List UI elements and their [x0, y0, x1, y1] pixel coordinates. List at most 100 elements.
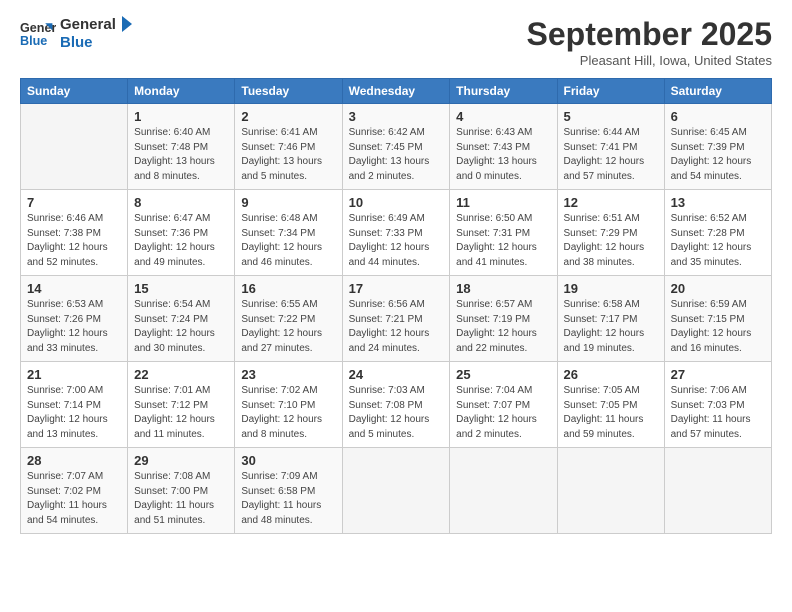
calendar-cell: 5 Sunrise: 6:44 AM Sunset: 7:41 PM Daylig…	[557, 104, 664, 190]
calendar-cell: 18Sunrise: 6:57 AM Sunset: 7:19 PM Dayli…	[450, 276, 557, 362]
day-number: 14	[27, 281, 121, 296]
day-info: Sunrise: 6:57 AM Sunset: 7:19 PM Dayligh…	[456, 298, 550, 356]
day-info: Sunrise: 6:49 AM Sunset: 7:33 PM Dayligh…	[349, 212, 444, 270]
day-info: Sunrise: 6:48 AM Sunset: 7:34 PM Dayligh…	[241, 212, 335, 270]
day-info: Sunrise: 6:40 AM Sunset: 7:48 PM Dayligh…	[134, 126, 228, 184]
day-number: 17	[349, 281, 444, 296]
calendar-week-2: 7 Sunrise: 6:46 AM Sunset: 7:38 PM Daylig…	[21, 190, 772, 276]
logo-flag-icon	[112, 16, 132, 44]
day-info: Sunrise: 7:05 AM Sunset: 7:05 PM Dayligh…	[564, 384, 658, 442]
calendar-cell: 19 Sunrise: 6:58 AM Sunset: 7:17 PM Dayli…	[557, 276, 664, 362]
day-number: 5	[564, 109, 658, 124]
calendar-cell: 23 Sunrise: 7:02 AM Sunset: 7:10 PM Dayli…	[235, 362, 342, 448]
calendar-cell: 20Sunrise: 6:59 AM Sunset: 7:15 PM Dayli…	[664, 276, 771, 362]
logo-blue: Blue	[60, 34, 116, 52]
calendar-cell: 1 Sunrise: 6:40 AM Sunset: 7:48 PM Daylig…	[128, 104, 235, 190]
day-number: 28	[27, 453, 121, 468]
location: Pleasant Hill, Iowa, United States	[527, 53, 772, 68]
day-info: Sunrise: 6:58 AM Sunset: 7:17 PM Dayligh…	[564, 298, 658, 356]
calendar-cell: 25 Sunrise: 7:04 AM Sunset: 7:07 PM Dayli…	[450, 362, 557, 448]
day-info: Sunrise: 6:50 AM Sunset: 7:31 PM Dayligh…	[456, 212, 550, 270]
day-number: 19	[564, 281, 658, 296]
day-info: Sunrise: 7:04 AM Sunset: 7:07 PM Dayligh…	[456, 384, 550, 442]
day-info: Sunrise: 6:51 AM Sunset: 7:29 PM Dayligh…	[564, 212, 658, 270]
day-number: 30	[241, 453, 335, 468]
calendar-cell: 8 Sunrise: 6:47 AM Sunset: 7:36 PM Daylig…	[128, 190, 235, 276]
calendar-header-row: SundayMondayTuesdayWednesdayThursdayFrid…	[21, 79, 772, 104]
calendar-cell: 7 Sunrise: 6:46 AM Sunset: 7:38 PM Daylig…	[21, 190, 128, 276]
day-number: 10	[349, 195, 444, 210]
calendar-body: 1 Sunrise: 6:40 AM Sunset: 7:48 PM Daylig…	[21, 104, 772, 534]
calendar-cell: 17 Sunrise: 6:56 AM Sunset: 7:21 PM Dayli…	[342, 276, 450, 362]
day-info: Sunrise: 6:41 AM Sunset: 7:46 PM Dayligh…	[241, 126, 335, 184]
calendar-cell: 16Sunrise: 6:55 AM Sunset: 7:22 PM Dayli…	[235, 276, 342, 362]
day-info: Sunrise: 6:52 AM Sunset: 7:28 PM Dayligh…	[671, 212, 765, 270]
day-info: Sunrise: 7:03 AM Sunset: 7:08 PM Dayligh…	[349, 384, 444, 442]
day-number: 3	[349, 109, 444, 124]
day-info: Sunrise: 6:47 AM Sunset: 7:36 PM Dayligh…	[134, 212, 228, 270]
calendar-cell: 22 Sunrise: 7:01 AM Sunset: 7:12 PM Dayli…	[128, 362, 235, 448]
day-header-monday: Monday	[128, 79, 235, 104]
calendar-cell: 28 Sunrise: 7:07 AM Sunset: 7:02 PM Dayli…	[21, 448, 128, 534]
calendar-week-5: 28 Sunrise: 7:07 AM Sunset: 7:02 PM Dayli…	[21, 448, 772, 534]
day-info: Sunrise: 6:46 AM Sunset: 7:38 PM Dayligh…	[27, 212, 121, 270]
calendar-cell: 27Sunrise: 7:06 AM Sunset: 7:03 PM Dayli…	[664, 362, 771, 448]
logo-icon: General Blue	[20, 16, 56, 52]
calendar-cell: 30 Sunrise: 7:09 AM Sunset: 6:58 PM Dayli…	[235, 448, 342, 534]
day-info: Sunrise: 7:07 AM Sunset: 7:02 PM Dayligh…	[27, 470, 121, 528]
day-header-sunday: Sunday	[21, 79, 128, 104]
day-number: 23	[241, 367, 335, 382]
day-number: 25	[456, 367, 550, 382]
calendar-cell: 11 Sunrise: 6:50 AM Sunset: 7:31 PM Dayli…	[450, 190, 557, 276]
day-header-friday: Friday	[557, 79, 664, 104]
day-number: 11	[456, 195, 550, 210]
day-number: 13	[671, 195, 765, 210]
calendar-cell: 15 Sunrise: 6:54 AM Sunset: 7:24 PM Dayli…	[128, 276, 235, 362]
day-info: Sunrise: 7:02 AM Sunset: 7:10 PM Dayligh…	[241, 384, 335, 442]
day-info: Sunrise: 7:09 AM Sunset: 6:58 PM Dayligh…	[241, 470, 335, 528]
month-title: September 2025	[527, 16, 772, 53]
calendar-cell	[342, 448, 450, 534]
day-info: Sunrise: 7:01 AM Sunset: 7:12 PM Dayligh…	[134, 384, 228, 442]
day-info: Sunrise: 6:56 AM Sunset: 7:21 PM Dayligh…	[349, 298, 444, 356]
calendar-cell: 29 Sunrise: 7:08 AM Sunset: 7:00 PM Dayli…	[128, 448, 235, 534]
calendar-cell: 21Sunrise: 7:00 AM Sunset: 7:14 PM Dayli…	[21, 362, 128, 448]
logo: General Blue General Blue	[20, 16, 132, 52]
day-number: 7	[27, 195, 121, 210]
day-number: 9	[241, 195, 335, 210]
day-header-wednesday: Wednesday	[342, 79, 450, 104]
calendar-cell	[664, 448, 771, 534]
day-number: 8	[134, 195, 228, 210]
calendar-cell: 6Sunrise: 6:45 AM Sunset: 7:39 PM Daylig…	[664, 104, 771, 190]
calendar-cell	[557, 448, 664, 534]
day-header-tuesday: Tuesday	[235, 79, 342, 104]
day-number: 2	[241, 109, 335, 124]
day-info: Sunrise: 6:54 AM Sunset: 7:24 PM Dayligh…	[134, 298, 228, 356]
day-info: Sunrise: 7:06 AM Sunset: 7:03 PM Dayligh…	[671, 384, 765, 442]
page-header: General Blue General Blue September 2025…	[20, 16, 772, 68]
day-number: 12	[564, 195, 658, 210]
calendar-week-1: 1 Sunrise: 6:40 AM Sunset: 7:48 PM Daylig…	[21, 104, 772, 190]
day-number: 1	[134, 109, 228, 124]
day-number: 22	[134, 367, 228, 382]
calendar-cell: 2 Sunrise: 6:41 AM Sunset: 7:46 PM Daylig…	[235, 104, 342, 190]
calendar-cell: 3 Sunrise: 6:42 AM Sunset: 7:45 PM Daylig…	[342, 104, 450, 190]
calendar-cell: 4Sunrise: 6:43 AM Sunset: 7:43 PM Daylig…	[450, 104, 557, 190]
day-number: 24	[349, 367, 444, 382]
calendar-table: SundayMondayTuesdayWednesdayThursdayFrid…	[20, 78, 772, 534]
calendar-cell: 14 Sunrise: 6:53 AM Sunset: 7:26 PM Dayli…	[21, 276, 128, 362]
calendar-cell: 26Sunrise: 7:05 AM Sunset: 7:05 PM Dayli…	[557, 362, 664, 448]
day-info: Sunrise: 6:53 AM Sunset: 7:26 PM Dayligh…	[27, 298, 121, 356]
calendar-week-4: 21Sunrise: 7:00 AM Sunset: 7:14 PM Dayli…	[21, 362, 772, 448]
day-number: 15	[134, 281, 228, 296]
day-info: Sunrise: 7:08 AM Sunset: 7:00 PM Dayligh…	[134, 470, 228, 528]
day-info: Sunrise: 6:44 AM Sunset: 7:41 PM Dayligh…	[564, 126, 658, 184]
calendar-cell: 13 Sunrise: 6:52 AM Sunset: 7:28 PM Dayli…	[664, 190, 771, 276]
day-number: 21	[27, 367, 121, 382]
day-info: Sunrise: 6:42 AM Sunset: 7:45 PM Dayligh…	[349, 126, 444, 184]
day-info: Sunrise: 6:59 AM Sunset: 7:15 PM Dayligh…	[671, 298, 765, 356]
title-block: September 2025 Pleasant Hill, Iowa, Unit…	[527, 16, 772, 68]
calendar-cell: 24 Sunrise: 7:03 AM Sunset: 7:08 PM Dayli…	[342, 362, 450, 448]
day-header-thursday: Thursday	[450, 79, 557, 104]
day-number: 29	[134, 453, 228, 468]
